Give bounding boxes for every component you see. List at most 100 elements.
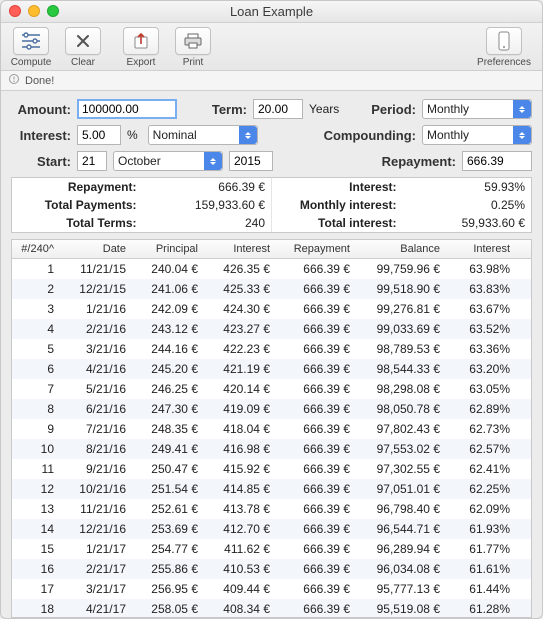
table-cell: 97,051.01 € — [356, 479, 446, 499]
table-cell: 2/21/17 — [60, 559, 132, 579]
table-row[interactable]: 97/21/16248.35 €418.04 €666.39 €97,802.4… — [12, 419, 531, 439]
table-row[interactable]: 31/21/16242.09 €424.30 €666.39 €99,276.8… — [12, 299, 531, 319]
table-cell: 62.73% — [446, 419, 516, 439]
table-cell: 413.78 € — [204, 499, 276, 519]
status-bar: Done! — [1, 71, 542, 91]
table-cell: 246.25 € — [132, 379, 204, 399]
table-cell: 11/21/15 — [60, 259, 132, 279]
label-compounding: Compounding: — [320, 128, 416, 143]
clear-button[interactable]: Clear — [61, 27, 105, 68]
compute-button[interactable]: Compute — [9, 27, 53, 68]
select-value: October — [118, 154, 161, 168]
table-cell: 11/21/16 — [60, 499, 132, 519]
table-cell: 96,034.08 € — [356, 559, 446, 579]
table-row[interactable]: 42/21/16243.12 €423.27 €666.39 €99,033.6… — [12, 319, 531, 339]
table-cell: 255.86 € — [132, 559, 204, 579]
printer-icon — [175, 27, 211, 55]
summary-key: Monthly interest: — [272, 198, 401, 212]
table-header[interactable]: #/240^DatePrincipalInterestRepaymentBala… — [12, 240, 531, 259]
table-cell: 62.89% — [446, 399, 516, 419]
table-cell: 412.70 € — [204, 519, 276, 539]
table-row[interactable]: 86/21/16247.30 €419.09 €666.39 €98,050.7… — [12, 399, 531, 419]
export-button[interactable]: Export — [119, 27, 163, 68]
table-row[interactable]: 162/21/17255.86 €410.53 €666.39 €96,034.… — [12, 559, 531, 579]
table-row[interactable]: 212/21/15241.06 €425.33 €666.39 €99,518.… — [12, 279, 531, 299]
table-cell: 16 — [12, 559, 60, 579]
zoom-icon[interactable] — [47, 5, 59, 17]
table-cell: 242.09 € — [132, 299, 204, 319]
table-cell: 253.69 € — [132, 519, 204, 539]
table-cell: 8/21/16 — [60, 439, 132, 459]
amount-input[interactable] — [77, 99, 177, 119]
table-row[interactable]: 173/21/17256.95 €409.44 €666.39 €95,777.… — [12, 579, 531, 599]
table-cell: 411.62 € — [204, 539, 276, 559]
rate-type-select[interactable]: Nominal — [148, 125, 258, 145]
chevrons-icon — [239, 126, 257, 144]
table-cell: 666.39 € — [276, 299, 356, 319]
table-cell: 98,789.53 € — [356, 339, 446, 359]
table-cell: 6 — [12, 359, 60, 379]
column-header[interactable]: Interest — [446, 240, 516, 258]
table-cell: 420.14 € — [204, 379, 276, 399]
repayment-input[interactable] — [462, 151, 532, 171]
table-cell: 97,302.55 € — [356, 459, 446, 479]
table-row[interactable]: 108/21/16249.41 €416.98 €666.39 €97,553.… — [12, 439, 531, 459]
table-row[interactable]: 1412/21/16253.69 €412.70 €666.39 €96,544… — [12, 519, 531, 539]
chevrons-icon — [513, 126, 531, 144]
start-month-select[interactable]: October — [113, 151, 223, 171]
column-header[interactable]: Principal — [132, 240, 204, 258]
table-row[interactable]: 53/21/16244.16 €422.23 €666.39 €98,789.5… — [12, 339, 531, 359]
close-icon[interactable] — [9, 5, 21, 17]
term-input[interactable] — [253, 99, 303, 119]
table-cell: 98,298.08 € — [356, 379, 446, 399]
table-cell: 249.41 € — [132, 439, 204, 459]
summary-key: Total Terms: — [12, 216, 141, 230]
table-row[interactable]: 151/21/17254.77 €411.62 €666.39 €96,289.… — [12, 539, 531, 559]
minimize-icon[interactable] — [28, 5, 40, 17]
table-cell: 252.61 € — [132, 499, 204, 519]
compounding-select[interactable]: Monthly — [422, 125, 532, 145]
table-cell: 15 — [12, 539, 60, 559]
table-cell: 245.20 € — [132, 359, 204, 379]
table-cell: 96,289.94 € — [356, 539, 446, 559]
table-cell: 62.41% — [446, 459, 516, 479]
column-header[interactable]: Balance — [356, 240, 446, 258]
table-row[interactable]: 111/21/15240.04 €426.35 €666.39 €99,759.… — [12, 259, 531, 279]
table-cell: 96,544.71 € — [356, 519, 446, 539]
table-row[interactable]: 1311/21/16252.61 €413.78 €666.39 €96,798… — [12, 499, 531, 519]
table-row[interactable]: 184/21/17258.05 €408.34 €666.39 €95,519.… — [12, 599, 531, 617]
summary-value: 159,933.60 € — [141, 198, 272, 212]
period-select[interactable]: Monthly — [422, 99, 532, 119]
table-cell: 14 — [12, 519, 60, 539]
table-body[interactable]: 111/21/15240.04 €426.35 €666.39 €99,759.… — [12, 259, 531, 617]
toolbar-label: Preferences — [477, 57, 531, 68]
term-unit: Years — [309, 102, 339, 116]
table-cell: 243.12 € — [132, 319, 204, 339]
column-header[interactable]: #/240^ — [12, 240, 60, 258]
summary-key: Repayment: — [12, 180, 141, 194]
preferences-button[interactable]: Preferences — [474, 27, 534, 68]
table-cell: 9/21/16 — [60, 459, 132, 479]
table-row[interactable]: 119/21/16250.47 €415.92 €666.39 €97,302.… — [12, 459, 531, 479]
table-cell: 666.39 € — [276, 519, 356, 539]
table-row[interactable]: 64/21/16245.20 €421.19 €666.39 €98,544.3… — [12, 359, 531, 379]
interest-input[interactable] — [77, 125, 121, 145]
start-day-input[interactable] — [77, 151, 107, 171]
table-cell: 97,553.02 € — [356, 439, 446, 459]
x-icon — [65, 27, 101, 55]
start-year-input[interactable] — [229, 151, 273, 171]
warning-icon — [9, 74, 19, 87]
export-icon — [123, 27, 159, 55]
summary-value: 666.39 € — [141, 180, 272, 194]
table-cell: 258.05 € — [132, 599, 204, 617]
table-cell: 666.39 € — [276, 499, 356, 519]
table-cell: 3/21/16 — [60, 339, 132, 359]
column-header[interactable]: Repayment — [276, 240, 356, 258]
column-header[interactable]: Interest — [204, 240, 276, 258]
table-cell: 63.20% — [446, 359, 516, 379]
table-row[interactable]: 75/21/16246.25 €420.14 €666.39 €98,298.0… — [12, 379, 531, 399]
print-button[interactable]: Print — [171, 27, 215, 68]
table-row[interactable]: 1210/21/16251.54 €414.85 €666.39 €97,051… — [12, 479, 531, 499]
select-value: Monthly — [427, 128, 469, 142]
column-header[interactable]: Date — [60, 240, 132, 258]
